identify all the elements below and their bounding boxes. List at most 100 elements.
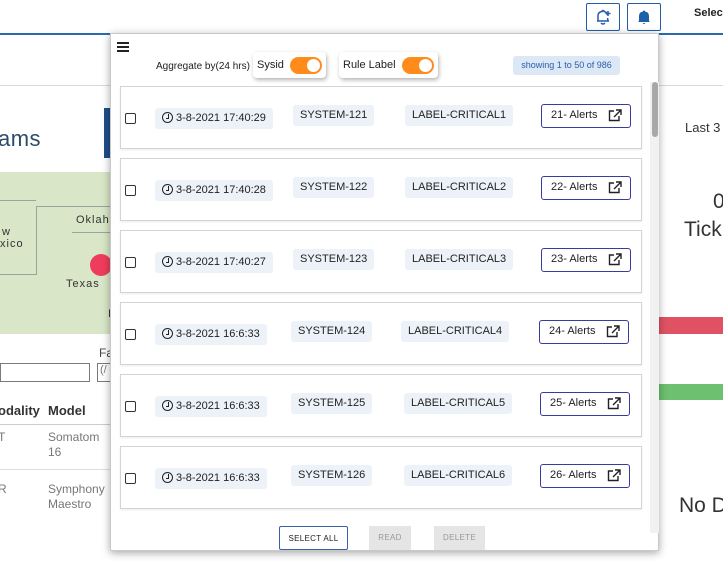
- row-checkbox[interactable]: [125, 185, 136, 196]
- column-header-model[interactable]: Model: [48, 403, 86, 418]
- table-cell: T: [0, 430, 6, 444]
- system-chip: SYSTEM-121: [293, 105, 375, 126]
- alert-card: 3-8-2021 16:6:33 SYSTEM-126 LABEL-CRITICAL…: [120, 446, 642, 509]
- top-bar: Selec: [0, 0, 723, 35]
- red-status-bar: [659, 317, 723, 334]
- table-cell: R: [0, 482, 7, 496]
- no-data-label: No D: [679, 494, 723, 517]
- timestamp: 3-8-2021 16:6:33: [176, 328, 260, 340]
- alerts-count: 23- Alerts: [551, 253, 598, 265]
- hamburger-icon[interactable]: [117, 42, 129, 52]
- rule-label-chip: LABEL-CRITICAL2: [405, 177, 514, 198]
- filter-value: (/: [100, 364, 107, 376]
- rule-label-chip: LABEL-CRITICAL4: [401, 321, 510, 342]
- clock-icon: [162, 184, 173, 195]
- add-alert-button[interactable]: [586, 3, 620, 31]
- scrollbar-track[interactable]: [650, 82, 659, 533]
- view-alerts-button[interactable]: 24- Alerts: [539, 320, 629, 344]
- external-link-icon: [608, 253, 622, 266]
- select-dropdown-label[interactable]: Selec: [694, 7, 723, 19]
- rule-label-toggle[interactable]: [401, 56, 434, 74]
- bell-plus-icon: [597, 9, 611, 25]
- header-divider: [0, 424, 112, 425]
- row-checkbox[interactable]: [125, 257, 136, 268]
- page-title: ams: [0, 126, 42, 151]
- period-label: Last 3: [685, 120, 721, 135]
- alert-list[interactable]: 3-8-2021 17:40:29 SYSTEM-121 LABEL-CRITICA…: [111, 82, 649, 518]
- clock-icon: [162, 112, 173, 123]
- table-cell: Symphony Maestro: [48, 482, 105, 511]
- timestamp-chip: 3-8-2021 17:40:27: [155, 252, 273, 273]
- system-chip: SYSTEM-125: [291, 393, 373, 414]
- toggle-label: Sysid: [257, 59, 284, 71]
- system-chip: SYSTEM-123: [293, 249, 375, 270]
- view-alerts-button[interactable]: 23- Alerts: [541, 248, 631, 272]
- delete-button[interactable]: DELETE: [434, 526, 485, 550]
- map-marker[interactable]: [90, 254, 112, 276]
- timestamp: 3-8-2021 17:40:28: [176, 184, 266, 196]
- alerts-count: 21- Alerts: [551, 109, 598, 121]
- row-checkbox[interactable]: [125, 329, 136, 340]
- alerts-count: 26- Alerts: [550, 469, 597, 481]
- map-label: Oklah: [76, 214, 110, 226]
- alert-card: 3-8-2021 17:40:29 SYSTEM-121 LABEL-CRITICA…: [120, 86, 642, 149]
- ticket-label: Tick: [684, 218, 722, 241]
- external-link-icon: [608, 109, 622, 122]
- map-label: Texas: [66, 278, 100, 290]
- sysid-toggle[interactable]: [289, 56, 322, 74]
- timestamp: 3-8-2021 16:6:33: [176, 472, 260, 484]
- row-checkbox[interactable]: [125, 113, 136, 124]
- map[interactable]: Oklah w xico Texas I: [0, 172, 112, 334]
- filter-input[interactable]: [0, 363, 90, 382]
- rule-label-chip: LABEL-CRITICAL6: [404, 465, 513, 486]
- timestamp: 3-8-2021 16:6:33: [176, 400, 260, 412]
- timestamp-chip: 3-8-2021 17:40:29: [155, 108, 273, 129]
- row-divider: [0, 469, 112, 470]
- aggregate-label: Aggregate by(24 hrs): [156, 61, 250, 72]
- toggle-label: Rule Label: [343, 59, 396, 71]
- rule-label-chip: LABEL-CRITICAL5: [404, 393, 513, 414]
- system-chip: SYSTEM-124: [291, 321, 373, 342]
- external-link-icon: [608, 181, 622, 194]
- map-label: w: [2, 226, 11, 238]
- external-link-icon: [607, 397, 621, 410]
- timestamp-chip: 3-8-2021 17:40:28: [155, 180, 273, 201]
- view-alerts-button[interactable]: 26- Alerts: [540, 464, 630, 488]
- view-alerts-button[interactable]: 21- Alerts: [541, 104, 631, 128]
- timestamp-chip: 3-8-2021 16:6:33: [155, 468, 267, 489]
- alert-card: 3-8-2021 16:6:33 SYSTEM-124 LABEL-CRITICAL…: [120, 302, 642, 365]
- alerts-panel: Aggregate by(24 hrs) Sysid Rule Label sh…: [110, 33, 659, 551]
- scrollbar-thumb[interactable]: [652, 82, 658, 137]
- table-cell: Somatom 16: [48, 430, 100, 459]
- read-button[interactable]: READ: [369, 526, 411, 550]
- clock-icon: [162, 400, 173, 411]
- row-checkbox[interactable]: [125, 473, 136, 484]
- sysid-toggle-group: Sysid: [253, 52, 326, 78]
- external-link-icon: [607, 469, 621, 482]
- timestamp-chip: 3-8-2021 16:6:33: [155, 324, 267, 345]
- green-status-bar: [659, 384, 723, 400]
- view-alerts-button[interactable]: 22- Alerts: [541, 176, 631, 200]
- alerts-count: 24- Alerts: [549, 325, 596, 337]
- row-checkbox[interactable]: [125, 401, 136, 412]
- system-chip: SYSTEM-126: [291, 465, 373, 486]
- alert-card: 3-8-2021 17:40:27 SYSTEM-123 LABEL-CRITICA…: [120, 230, 642, 293]
- view-alerts-button[interactable]: 25- Alerts: [540, 392, 630, 416]
- rule-label-toggle-group: Rule Label: [339, 52, 438, 78]
- notifications-button[interactable]: [627, 3, 661, 31]
- map-label: xico: [0, 238, 24, 250]
- alert-card: 3-8-2021 16:6:33 SYSTEM-125 LABEL-CRITICAL…: [120, 374, 642, 437]
- timestamp-chip: 3-8-2021 16:6:33: [155, 396, 267, 417]
- rule-label-chip: LABEL-CRITICAL3: [405, 249, 514, 270]
- bell-icon: [638, 10, 650, 24]
- ticket-count: 0: [713, 190, 723, 213]
- clock-icon: [162, 472, 173, 483]
- alerts-count: 25- Alerts: [550, 397, 597, 409]
- clock-icon: [162, 328, 173, 339]
- timestamp: 3-8-2021 17:40:29: [176, 112, 266, 124]
- select-all-button[interactable]: SELECT ALL: [279, 526, 348, 550]
- system-chip: SYSTEM-122: [293, 177, 375, 198]
- alerts-count: 22- Alerts: [551, 181, 598, 193]
- column-header-modality[interactable]: odality: [0, 403, 40, 418]
- alert-card: 3-8-2021 17:40:28 SYSTEM-122 LABEL-CRITICA…: [120, 158, 642, 221]
